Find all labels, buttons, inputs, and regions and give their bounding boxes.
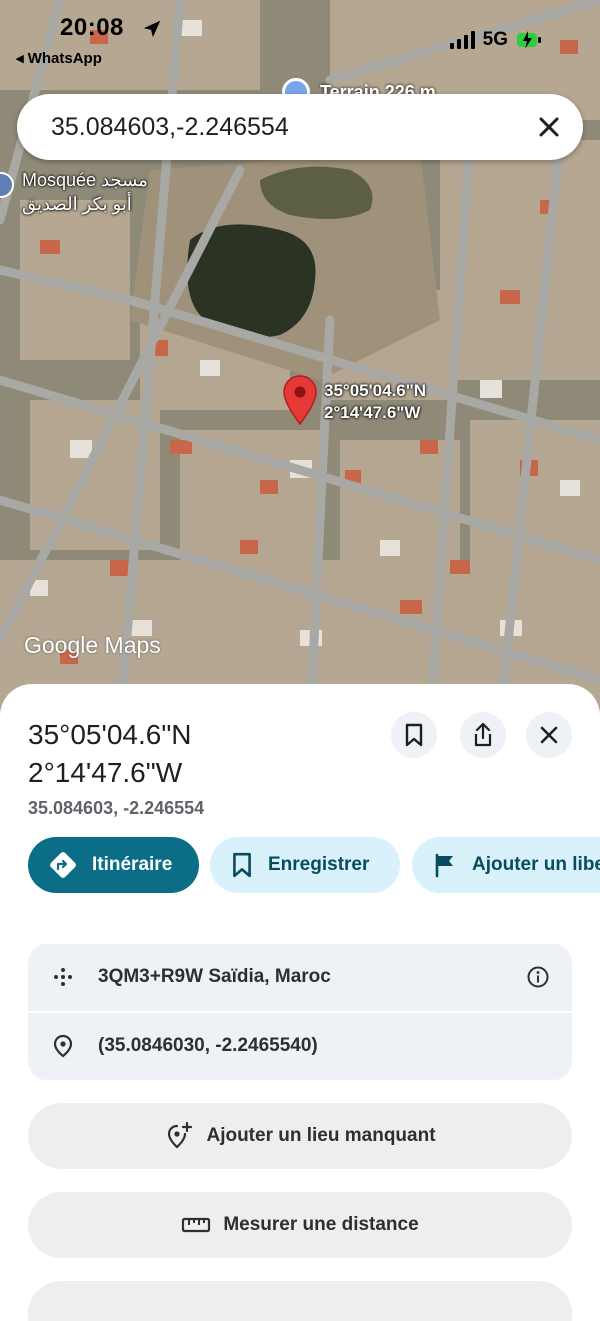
save-label: Enregistrer — [268, 854, 370, 875]
place-sheet: 35°05'04.6"N 2°14'47.6"W 35.084603, -2.2… — [0, 684, 600, 1321]
directions-label: Itinéraire — [92, 854, 173, 875]
close-sheet-button[interactable] — [526, 712, 572, 758]
signal-icon — [449, 31, 475, 49]
plus-code-text: 3QM3+R9W Saïdia, Maroc — [98, 966, 331, 987]
add-label-label: Ajouter un libellé — [472, 854, 600, 875]
place-subtitle: 35.084603, -2.246554 — [28, 798, 205, 818]
directions-icon — [50, 852, 76, 878]
decimal-coordinates: (35.0846030, -2.2465540) — [98, 1035, 318, 1056]
close-icon — [540, 726, 558, 744]
coordinates-row[interactable]: (35.0846030, -2.2465540) — [28, 1013, 572, 1079]
back-to-app[interactable]: ◂ WhatsApp — [16, 49, 102, 67]
search-bar[interactable]: 35.084603,-2.246554 — [17, 94, 583, 160]
place-title: 35°05'04.6"N 2°14'47.6"W — [28, 719, 192, 788]
bookmark-icon — [405, 723, 423, 747]
mosque-label[interactable]: Mosquée مسجد أبو بكر الصديق — [22, 168, 162, 216]
google-maps-logo: Google Maps — [24, 632, 161, 658]
battery-charging-icon — [517, 31, 541, 49]
measure-distance-button[interactable]: Mesurer une distance — [28, 1192, 572, 1258]
dropped-pin-icon[interactable] — [282, 374, 318, 426]
pin-coordinates-label: 35°05'04.6"N 2°14'47.6"W — [324, 381, 427, 422]
location-pin-icon — [53, 1034, 73, 1058]
share-button[interactable] — [460, 712, 506, 758]
plus-code-icon — [54, 968, 72, 986]
status-time: 20:08 — [60, 14, 124, 41]
add-label-button[interactable]: Ajouter un libellé — [412, 837, 600, 893]
add-missing-place-button[interactable]: Ajouter un lieu manquant — [28, 1103, 572, 1169]
measure-distance-label: Mesurer une distance — [223, 1214, 419, 1235]
status-indicators: 5G — [449, 29, 542, 51]
save-button[interactable]: Enregistrer — [210, 837, 400, 893]
location-arrow-icon — [143, 20, 161, 38]
add-location-icon — [168, 1121, 193, 1149]
info-icon[interactable] — [526, 965, 550, 989]
network-type: 5G — [482, 29, 508, 50]
bookmark-icon — [233, 852, 251, 878]
flag-icon — [435, 853, 453, 878]
plus-code-row[interactable]: 3QM3+R9W Saïdia, Maroc — [28, 944, 572, 1010]
close-icon[interactable] — [533, 111, 565, 143]
add-missing-place-label: Ajouter un lieu manquant — [206, 1125, 436, 1146]
more-actions-button[interactable] — [28, 1281, 572, 1321]
share-icon — [474, 722, 492, 747]
ruler-icon — [182, 1217, 211, 1233]
search-input[interactable]: 35.084603,-2.246554 — [51, 113, 289, 142]
location-info-card: 3QM3+R9W Saïdia, Maroc (35.0846030, -2.2… — [28, 944, 572, 1080]
directions-button[interactable]: Itinéraire — [28, 837, 199, 893]
bookmark-button[interactable] — [391, 712, 437, 758]
